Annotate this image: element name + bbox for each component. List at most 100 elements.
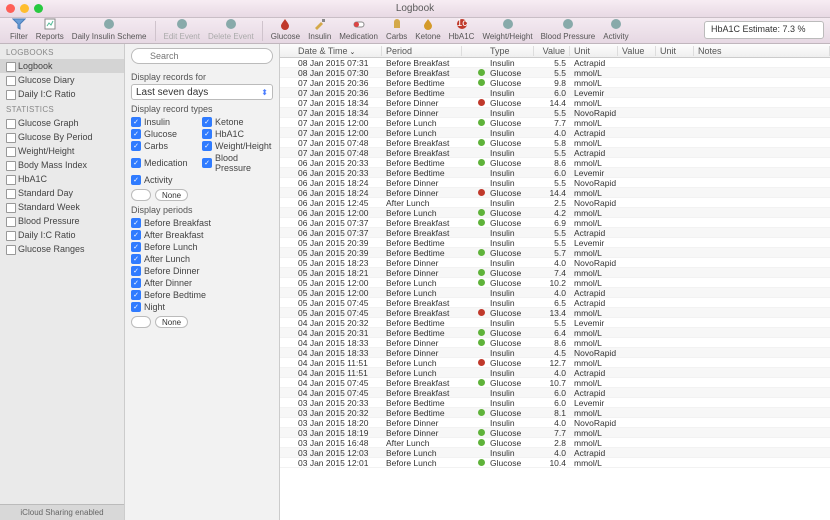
- filter-period-before-dinner[interactable]: Before Dinner: [131, 265, 273, 277]
- none-types-button[interactable]: None: [155, 189, 188, 201]
- delete-event-button[interactable]: Delete Event: [204, 17, 258, 41]
- filter-type-blood-pressure[interactable]: Blood Pressure: [202, 152, 273, 174]
- hba1c-button[interactable]: 1cHbA1C: [445, 17, 479, 41]
- table-row[interactable]: 03 Jan 2015 18:20Before DinnerInsulin4.0…: [280, 418, 830, 428]
- col-header[interactable]: Unit: [656, 46, 694, 56]
- table-row[interactable]: 04 Jan 2015 07:45Before BreakfastGlucose…: [280, 378, 830, 388]
- table-row[interactable]: 07 Jan 2015 12:00Before LunchInsulin4.0A…: [280, 128, 830, 138]
- table-body[interactable]: 08 Jan 2015 07:31Before BreakfastInsulin…: [280, 58, 830, 520]
- table-row[interactable]: 05 Jan 2015 07:45Before BreakfastInsulin…: [280, 298, 830, 308]
- sidebar-item-glucose-diary[interactable]: Glucose Diary: [0, 73, 124, 87]
- table-row[interactable]: 07 Jan 2015 07:48Before BreakfastGlucose…: [280, 138, 830, 148]
- filter-type-hba1c[interactable]: HbA1C: [202, 128, 273, 140]
- col-header[interactable]: Date & Time⌄: [294, 46, 382, 56]
- table-row[interactable]: 04 Jan 2015 18:33Before DinnerGlucose8.6…: [280, 338, 830, 348]
- table-row[interactable]: 06 Jan 2015 20:33Before BedtimeInsulin6.…: [280, 168, 830, 178]
- filter-type-glucose[interactable]: Glucose: [131, 128, 202, 140]
- filter-type-insulin[interactable]: Insulin: [131, 116, 202, 128]
- sidebar-item-weight-height[interactable]: Weight/Height: [0, 144, 124, 158]
- table-row[interactable]: 03 Jan 2015 16:48After LunchGlucose2.8mm…: [280, 438, 830, 448]
- table-row[interactable]: 07 Jan 2015 18:34Before DinnerGlucose14.…: [280, 98, 830, 108]
- table-row[interactable]: 05 Jan 2015 18:23Before DinnerInsulin4.0…: [280, 258, 830, 268]
- col-header[interactable]: Value: [618, 46, 656, 56]
- table-row[interactable]: 06 Jan 2015 07:37Before BreakfastInsulin…: [280, 228, 830, 238]
- sidebar-item-glucose-ranges[interactable]: Glucose Ranges: [0, 242, 124, 256]
- table-row[interactable]: 03 Jan 2015 18:19Before DinnerGlucose7.7…: [280, 428, 830, 438]
- table-row[interactable]: 05 Jan 2015 20:39Before BedtimeGlucose5.…: [280, 248, 830, 258]
- col-header[interactable]: Notes: [694, 46, 830, 56]
- table-row[interactable]: 05 Jan 2015 20:39Before BedtimeInsulin5.…: [280, 238, 830, 248]
- medication-button[interactable]: Medication: [335, 17, 382, 41]
- ketone-button[interactable]: Ketone: [411, 17, 444, 41]
- sidebar-item-daily-i-c-ratio[interactable]: Daily I:C Ratio: [0, 87, 124, 101]
- sidebar-item-daily-i-c-ratio[interactable]: Daily I:C Ratio: [0, 228, 124, 242]
- filter-period-night[interactable]: Night: [131, 301, 273, 313]
- activity-button[interactable]: Activity: [599, 17, 632, 41]
- glucose-button[interactable]: Glucose: [267, 17, 304, 41]
- table-row[interactable]: 08 Jan 2015 07:30Before BreakfastGlucose…: [280, 68, 830, 78]
- table-row[interactable]: 07 Jan 2015 20:36Before BedtimeInsulin6.…: [280, 88, 830, 98]
- table-row[interactable]: 06 Jan 2015 20:33Before BedtimeGlucose8.…: [280, 158, 830, 168]
- table-row[interactable]: 06 Jan 2015 12:45After LunchInsulin2.5No…: [280, 198, 830, 208]
- filter-period-before-bedtime[interactable]: Before Bedtime: [131, 289, 273, 301]
- table-row[interactable]: 03 Jan 2015 20:32Before BedtimeGlucose8.…: [280, 408, 830, 418]
- date-range-select[interactable]: Last seven days ⬍: [131, 84, 273, 100]
- blood-pressure-button[interactable]: Blood Pressure: [537, 17, 600, 41]
- sidebar-item-glucose-graph[interactable]: Glucose Graph: [0, 116, 124, 130]
- filter-type-ketone[interactable]: Ketone: [202, 116, 273, 128]
- sidebar-item-logbook[interactable]: Logbook: [0, 59, 124, 73]
- filter-type-medication[interactable]: Medication: [131, 152, 202, 174]
- table-row[interactable]: 06 Jan 2015 12:00Before LunchGlucose4.2m…: [280, 208, 830, 218]
- carbs-button[interactable]: Carbs: [382, 17, 411, 41]
- table-row[interactable]: 07 Jan 2015 07:48Before BreakfastInsulin…: [280, 148, 830, 158]
- table-row[interactable]: 05 Jan 2015 07:45Before BreakfastGlucose…: [280, 308, 830, 318]
- filter-period-after-dinner[interactable]: After Dinner: [131, 277, 273, 289]
- table-row[interactable]: 04 Jan 2015 18:33Before DinnerInsulin4.5…: [280, 348, 830, 358]
- filter-period-before-lunch[interactable]: Before Lunch: [131, 241, 273, 253]
- insulin-button[interactable]: Insulin: [304, 17, 335, 41]
- clear-periods-button[interactable]: [131, 316, 151, 328]
- table-row[interactable]: 07 Jan 2015 12:00Before LunchGlucose7.7m…: [280, 118, 830, 128]
- clear-types-button[interactable]: [131, 189, 151, 201]
- col-header[interactable]: Period: [382, 46, 462, 56]
- table-row[interactable]: 05 Jan 2015 12:00Before LunchGlucose10.2…: [280, 278, 830, 288]
- filter-period-before-breakfast[interactable]: Before Breakfast: [131, 217, 273, 229]
- sidebar-item-body-mass-index[interactable]: Body Mass Index: [0, 158, 124, 172]
- col-header[interactable]: Value: [534, 46, 570, 56]
- edit-event-button[interactable]: Edit Event: [160, 17, 204, 41]
- table-row[interactable]: 03 Jan 2015 12:01Before LunchGlucose10.4…: [280, 458, 830, 468]
- filter-type-weight-height[interactable]: Weight/Height: [202, 140, 273, 152]
- reports-button[interactable]: Reports: [32, 17, 68, 41]
- table-row[interactable]: 04 Jan 2015 11:51Before LunchGlucose12.7…: [280, 358, 830, 368]
- daily-insulin-scheme-button[interactable]: Daily Insulin Scheme: [68, 17, 151, 41]
- table-row[interactable]: 06 Jan 2015 18:24Before DinnerInsulin5.5…: [280, 178, 830, 188]
- table-row[interactable]: 03 Jan 2015 12:03Before LunchInsulin4.0A…: [280, 448, 830, 458]
- table-row[interactable]: 04 Jan 2015 11:51Before LunchInsulin4.0A…: [280, 368, 830, 378]
- table-row[interactable]: 07 Jan 2015 18:34Before DinnerInsulin5.5…: [280, 108, 830, 118]
- table-row[interactable]: 07 Jan 2015 20:36Before BedtimeGlucose9.…: [280, 78, 830, 88]
- filter-type-activity[interactable]: Activity: [131, 174, 202, 186]
- table-row[interactable]: 05 Jan 2015 18:21Before DinnerGlucose7.4…: [280, 268, 830, 278]
- sidebar-item-standard-day[interactable]: Standard Day: [0, 186, 124, 200]
- table-row[interactable]: 04 Jan 2015 07:45Before BreakfastInsulin…: [280, 388, 830, 398]
- filter-button[interactable]: Filter: [6, 17, 32, 41]
- table-row[interactable]: 05 Jan 2015 12:00Before LunchInsulin4.0A…: [280, 288, 830, 298]
- table-row[interactable]: 04 Jan 2015 20:32Before BedtimeInsulin5.…: [280, 318, 830, 328]
- sidebar-item-glucose-by-period[interactable]: Glucose By Period: [0, 130, 124, 144]
- none-periods-button[interactable]: None: [155, 316, 188, 328]
- sidebar-item-standard-week[interactable]: Standard Week: [0, 200, 124, 214]
- table-row[interactable]: 06 Jan 2015 07:37Before BreakfastGlucose…: [280, 218, 830, 228]
- col-header[interactable]: Type: [486, 46, 534, 56]
- filter-type-carbs[interactable]: Carbs: [131, 140, 202, 152]
- table-row[interactable]: 03 Jan 2015 20:33Before BedtimeInsulin6.…: [280, 398, 830, 408]
- filter-period-after-breakfast[interactable]: After Breakfast: [131, 229, 273, 241]
- table-row[interactable]: 06 Jan 2015 18:24Before DinnerGlucose14.…: [280, 188, 830, 198]
- sidebar-item-hba1c[interactable]: HbA1C: [0, 172, 124, 186]
- sidebar-item-blood-pressure[interactable]: Blood Pressure: [0, 214, 124, 228]
- table-row[interactable]: 04 Jan 2015 20:31Before BedtimeGlucose6.…: [280, 328, 830, 338]
- search-input[interactable]: [131, 48, 273, 64]
- filter-period-after-lunch[interactable]: After Lunch: [131, 253, 273, 265]
- weight-height-button[interactable]: Weight/Height: [478, 17, 536, 41]
- col-header[interactable]: Unit: [570, 46, 618, 56]
- table-row[interactable]: 08 Jan 2015 07:31Before BreakfastInsulin…: [280, 58, 830, 68]
